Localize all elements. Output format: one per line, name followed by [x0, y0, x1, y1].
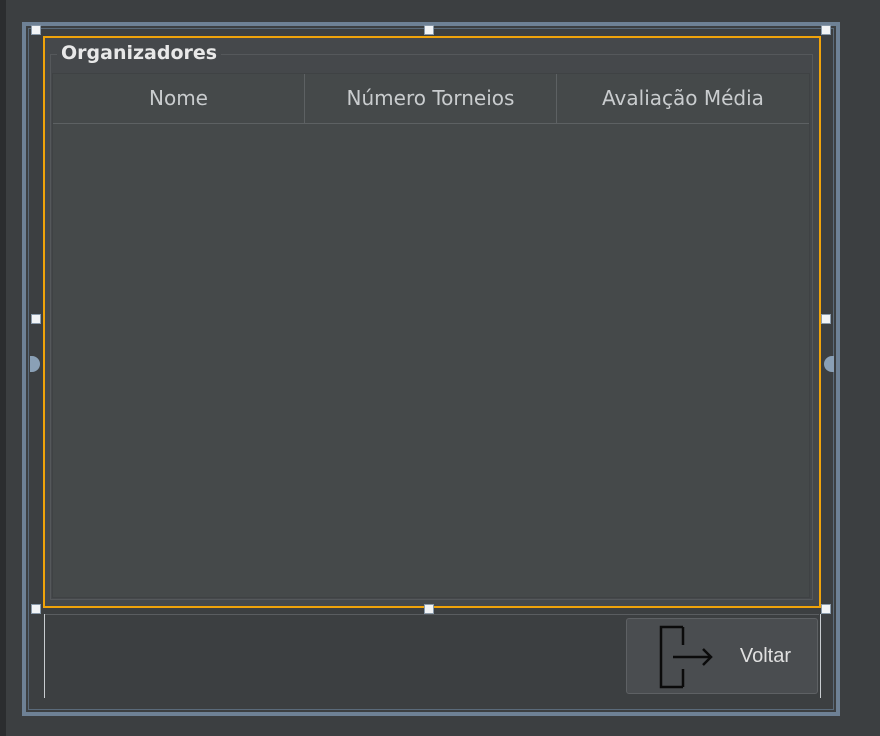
table-header: Nome Número Torneios Avaliação Média — [53, 74, 809, 124]
left-edge-strip — [0, 0, 6, 736]
resize-handle-top-left[interactable] — [31, 25, 41, 35]
resize-handle-middle-right[interactable] — [821, 314, 831, 324]
resize-handle-bottom-center[interactable] — [424, 604, 434, 614]
group-box-title: Organizadores — [57, 42, 222, 64]
resize-handle-bottom-left[interactable] — [31, 604, 41, 614]
guide-line-left — [44, 614, 45, 698]
voltar-button[interactable]: Voltar — [626, 618, 818, 694]
column-header-numero-torneios[interactable]: Número Torneios — [305, 74, 557, 123]
guide-line-right — [820, 614, 821, 698]
organizadores-table[interactable]: Nome Número Torneios Avaliação Média — [52, 73, 810, 598]
column-header-nome[interactable]: Nome — [53, 74, 305, 123]
anchor-right-icon[interactable] — [824, 356, 834, 372]
column-header-avaliacao-media[interactable]: Avaliação Média — [557, 74, 809, 123]
resize-handle-top-center[interactable] — [424, 25, 434, 35]
exit-icon — [659, 623, 719, 697]
resize-handle-middle-left[interactable] — [31, 314, 41, 324]
resize-handle-bottom-right[interactable] — [821, 604, 831, 614]
resize-handle-top-right[interactable] — [821, 25, 831, 35]
voltar-label: Voltar — [739, 644, 791, 667]
